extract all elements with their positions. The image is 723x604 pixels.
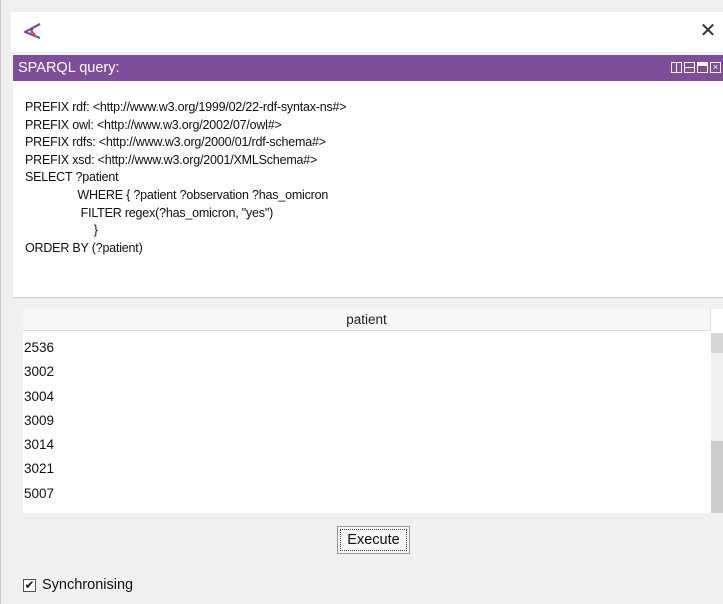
scrollbar-thumb[interactable] bbox=[711, 441, 723, 513]
sparql-window: ✕ SPARQL query: × PREFIX rdf: <http://ww… bbox=[0, 0, 723, 604]
scrollbar-track-segment[interactable] bbox=[711, 333, 723, 353]
synchronising-label: Synchronising bbox=[42, 577, 134, 593]
protege-logo-icon bbox=[23, 23, 41, 40]
query-editor[interactable]: PREFIX rdf: <http://www.w3.org/1999/02/2… bbox=[13, 81, 723, 298]
results-table: patient 2536 3002 3004 3009 3014 3021 5007 bbox=[23, 309, 723, 513]
table-row[interactable]: 3004 bbox=[23, 385, 711, 409]
panel-controls: × bbox=[671, 62, 721, 74]
query-text[interactable]: PREFIX rdf: <http://www.w3.org/1999/02/2… bbox=[13, 81, 723, 257]
table-row[interactable]: 3014 bbox=[23, 433, 711, 457]
table-row[interactable]: 3009 bbox=[23, 409, 711, 433]
split-horizontal-icon[interactable] bbox=[684, 62, 695, 73]
maximize-panel-icon[interactable] bbox=[697, 62, 708, 73]
close-window-button[interactable]: ✕ bbox=[696, 18, 720, 44]
table-row[interactable]: 5007 bbox=[23, 482, 711, 506]
panel-header: SPARQL query: × bbox=[13, 55, 723, 81]
close-panel-icon[interactable]: × bbox=[710, 62, 721, 73]
results-rows: 2536 3002 3004 3009 3014 3021 5007 bbox=[23, 336, 711, 506]
table-row[interactable]: 3021 bbox=[23, 457, 711, 481]
panel-title: SPARQL query: bbox=[18, 60, 120, 76]
vertical-scrollbar[interactable] bbox=[711, 333, 723, 513]
table-row[interactable]: 2536 bbox=[23, 336, 711, 360]
title-bar: ✕ bbox=[11, 12, 723, 52]
synchronising-toggle[interactable]: ✔ Synchronising bbox=[23, 575, 133, 595]
split-vertical-icon[interactable] bbox=[671, 62, 682, 73]
synchronising-checkbox[interactable]: ✔ bbox=[23, 578, 36, 592]
column-header-patient[interactable]: patient bbox=[23, 309, 711, 331]
table-row[interactable]: 3002 bbox=[23, 360, 711, 384]
execute-button[interactable]: Execute bbox=[337, 526, 410, 554]
